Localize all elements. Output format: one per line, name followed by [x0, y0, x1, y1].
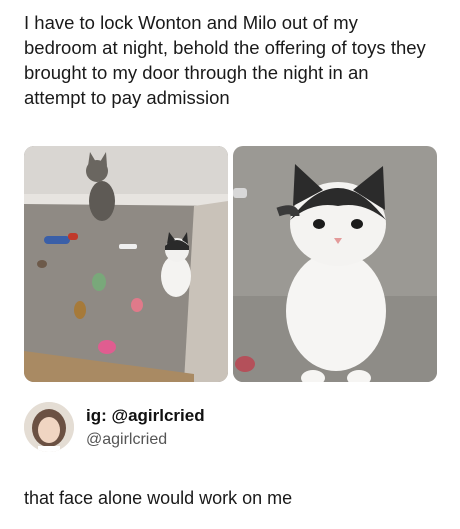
photo-illustration: [233, 146, 437, 382]
profile-avatar[interactable]: [24, 402, 74, 452]
reply-text: that face alone would work on me: [24, 488, 293, 508]
post-caption: I have to lock Wonton and Milo out of my…: [24, 12, 426, 108]
photo-illustration: [24, 146, 228, 382]
author-display-name[interactable]: ig: @agirlcried: [86, 406, 205, 426]
author-block: ig: @agirlcried @agirlcried: [24, 398, 424, 462]
author-handle[interactable]: @agirlcried: [86, 431, 167, 449]
cat-closeup-photo[interactable]: [233, 146, 437, 382]
avatar-illustration: [24, 402, 74, 452]
cat-with-toys-photo[interactable]: [24, 146, 228, 382]
